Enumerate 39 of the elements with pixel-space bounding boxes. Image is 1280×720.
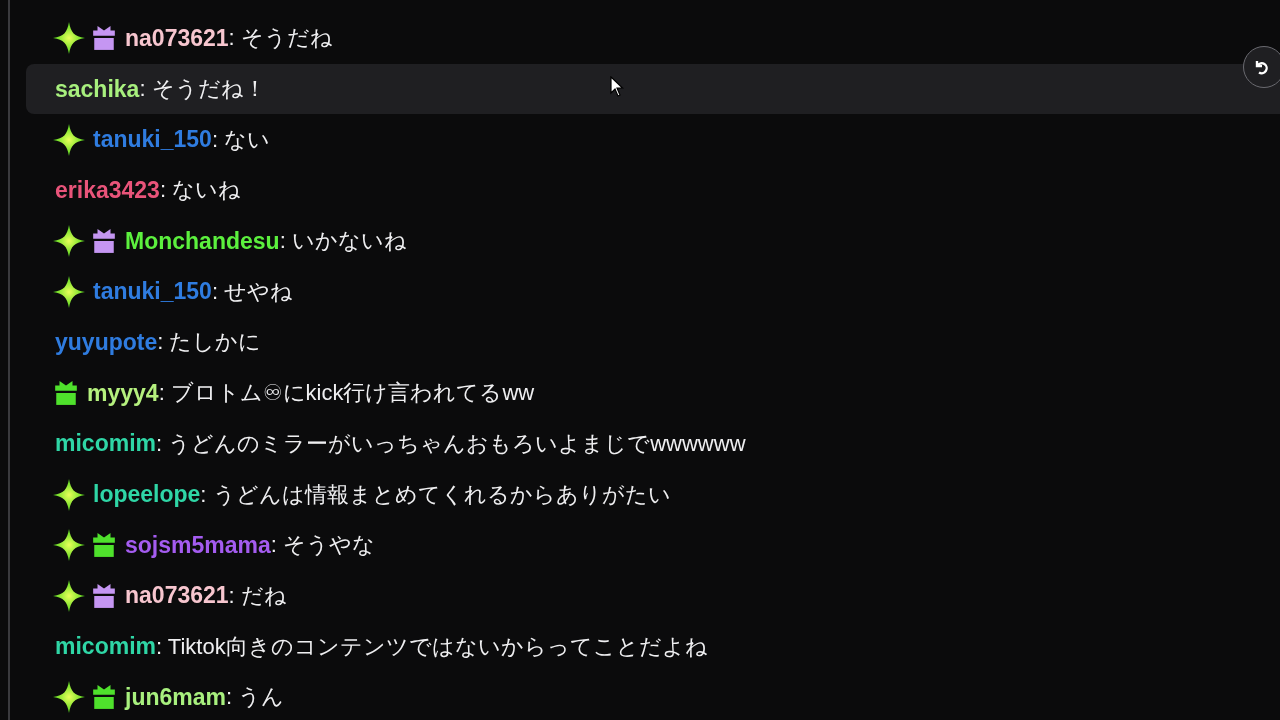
username[interactable]: lopeelope <box>93 481 201 509</box>
message-text: : そうだね！ <box>139 75 266 104</box>
message-text: : せやね <box>211 277 294 306</box>
message-text: : そうだね <box>228 24 333 53</box>
username[interactable]: sachika <box>55 75 140 103</box>
sparkle-icon <box>53 275 85 308</box>
message-text: : ないね <box>159 176 242 205</box>
rewind-button[interactable] <box>1243 46 1280 88</box>
username[interactable]: myyy4 <box>87 379 159 407</box>
username[interactable]: tanuki_150 <box>93 278 212 306</box>
username[interactable]: sojsm5mama <box>125 531 271 559</box>
sparkle-icon <box>53 123 85 156</box>
username[interactable]: micomim <box>55 633 156 661</box>
message-text: : ブロトム♾にkick行け言われてるww <box>158 379 535 408</box>
message-text: : だね <box>228 581 287 610</box>
message-text: : うん <box>226 683 285 712</box>
mouse-pointer-icon <box>610 76 624 97</box>
undo-icon <box>1254 59 1270 75</box>
message-text: : Tiktok向きのコンテンツではないからってことだよね <box>156 632 708 661</box>
message-text: : そうやな <box>270 531 375 560</box>
username[interactable]: na073621 <box>125 24 229 52</box>
sparkle-icon <box>53 22 85 55</box>
username[interactable]: erika3423 <box>55 176 160 204</box>
message-text: : ない <box>211 125 271 154</box>
sparkle-icon <box>53 681 85 714</box>
username[interactable]: tanuki_150 <box>93 126 212 154</box>
message-text: : いかないね <box>279 227 407 256</box>
username[interactable]: jun6mam <box>125 683 226 711</box>
message-text: : たしかに <box>157 328 262 357</box>
username[interactable]: na073621 <box>125 582 229 610</box>
username[interactable]: Monchandesu <box>125 227 280 255</box>
message-text: : うどんのミラーがいっちゃんおもろいよまじでwwwwww <box>156 429 746 458</box>
sparkle-icon <box>53 478 85 511</box>
sparkle-icon <box>53 225 85 258</box>
message-text: : うどんは情報まとめてくれるからありがたい <box>200 480 671 509</box>
sparkle-icon <box>53 579 85 612</box>
username[interactable]: micomim <box>55 430 156 458</box>
sparkle-icon <box>53 529 85 562</box>
username[interactable]: yuyupote <box>55 328 158 356</box>
